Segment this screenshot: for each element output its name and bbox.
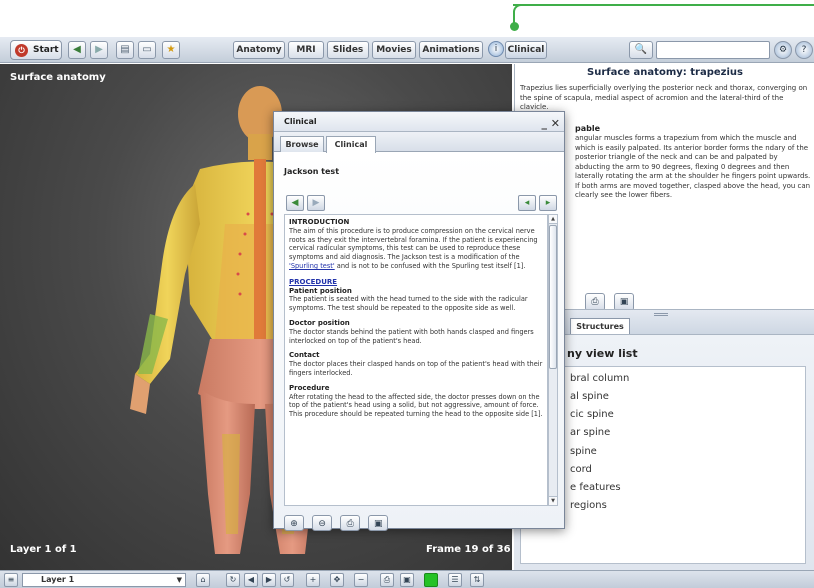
start-button[interactable]: ⏻ Start xyxy=(10,40,62,60)
intro-heading: INTRODUCTION xyxy=(289,218,350,226)
info-panel-actions: ⎙ ▣ xyxy=(585,289,638,311)
list-item[interactable]: e features xyxy=(570,482,621,493)
tab-clinical[interactable]: Clinical xyxy=(505,41,547,59)
list-item[interactable]: regions xyxy=(570,500,607,511)
frame-info: Frame 19 of 36 xyxy=(426,544,511,555)
contact-heading: Contact xyxy=(289,351,320,360)
info-panel-intro: Trapezius lies superficially overlying t… xyxy=(520,84,808,111)
settings-icon[interactable]: ⚙ xyxy=(774,41,792,59)
app-window: ⏻ Start ◀ ▶ ▤ ▭ ★ Anatomy MRI Slides Mov… xyxy=(0,0,814,588)
tab-slides[interactable]: Slides xyxy=(327,41,369,59)
clinical-icon[interactable]: i xyxy=(488,41,504,57)
dialog-body: Jackson test ◀ ▶ ◂ ▸ INTRODUCTION The ai… xyxy=(274,153,564,531)
tab-browse[interactable]: Browse xyxy=(280,136,324,152)
favorites-icon[interactable]: ★ xyxy=(162,41,180,59)
layers-icon[interactable]: ≡ xyxy=(4,573,18,587)
tab-anatomy[interactable]: Anatomy xyxy=(233,41,285,59)
dialog-title-text: Clinical xyxy=(284,117,317,126)
rotate-right-icon[interactable]: ↺ xyxy=(280,573,294,587)
contact-text: The doctor places their clasped hands on… xyxy=(289,360,543,377)
list-item[interactable]: bral column xyxy=(570,373,629,384)
window-icon[interactable]: ▭ xyxy=(138,41,156,59)
list-item[interactable]: spine xyxy=(570,446,597,457)
zoom-in-icon[interactable]: ⊕ xyxy=(284,515,304,531)
clinical-content[interactable]: INTRODUCTION The aim of this procedure i… xyxy=(284,214,548,506)
zoom-out-icon[interactable]: − xyxy=(354,573,368,587)
layer-select[interactable]: Layer 1 ▼ xyxy=(22,573,186,587)
top-toolbar: ⏻ Start ◀ ▶ ▤ ▭ ★ Anatomy MRI Slides Mov… xyxy=(0,37,814,63)
close-icon[interactable]: ✕ xyxy=(551,117,560,130)
back-icon[interactable]: ◀ xyxy=(286,195,304,211)
status-indicator[interactable] xyxy=(424,573,438,587)
tab-structures[interactable]: Structures xyxy=(570,318,630,334)
dialog-controls: _ ✕ xyxy=(541,114,560,134)
minimize-icon[interactable]: _ xyxy=(541,117,547,130)
layer-info: Layer 1 of 1 xyxy=(10,544,77,555)
bottom-toolbar: ≡ Layer 1 ▼ ⌂ ↻ ◀ ▶ ↺ + ✥ − ⎙ ▣ ☰ ⇅ xyxy=(0,570,814,588)
test-title: Jackson test xyxy=(284,167,340,176)
scroll-down-icon[interactable]: ▼ xyxy=(549,496,557,505)
doctor-text: The doctor stands behind the patient wit… xyxy=(289,327,534,345)
spurling-test-link[interactable]: 'Spurling test' xyxy=(289,262,335,270)
print-icon[interactable]: ▤ xyxy=(116,41,134,59)
list-item[interactable]: al spine xyxy=(570,391,609,402)
procedure-heading: Procedure xyxy=(289,383,330,392)
layer-select-value: Layer 1 xyxy=(41,575,75,584)
callout-dot xyxy=(510,22,519,31)
forward-icon[interactable]: ▶ xyxy=(90,41,108,59)
tab-mri[interactable]: MRI xyxy=(288,41,324,59)
search-input[interactable] xyxy=(656,41,770,59)
procedure-link[interactable]: PROCEDURE xyxy=(289,278,543,287)
info-panel-body: angular muscles forms a trapezium from w… xyxy=(575,134,811,199)
help-icon[interactable]: ? xyxy=(795,41,813,59)
intro-text-b: and is not to be confused with the Spurl… xyxy=(334,261,526,270)
save-icon[interactable]: ▣ xyxy=(368,515,389,531)
callout-line xyxy=(513,4,814,6)
list-item[interactable]: ar spine xyxy=(570,427,610,438)
forward-icon[interactable]: ▶ xyxy=(307,195,325,211)
clinical-dialog: Clinical _ ✕ Browse Clinical Jackson tes… xyxy=(273,111,565,531)
power-icon: ⏻ xyxy=(15,44,28,57)
tab-movies[interactable]: Movies xyxy=(372,41,416,59)
zoom-in-icon[interactable]: + xyxy=(306,573,320,587)
print-icon[interactable]: ⎙ xyxy=(380,573,394,587)
zoom-out-icon[interactable]: ⊖ xyxy=(312,515,333,531)
pan-icon[interactable]: ✥ xyxy=(330,573,344,587)
rotate-icon[interactable]: ↻ xyxy=(226,573,240,587)
lock-icon[interactable]: ⌂ xyxy=(196,573,210,587)
list-item[interactable]: cord xyxy=(570,464,592,475)
resize-grip[interactable] xyxy=(654,313,668,316)
scroll-thumb[interactable] xyxy=(549,225,557,369)
content-scrollbar[interactable]: ▲ ▼ xyxy=(548,214,558,506)
back-icon[interactable]: ◀ xyxy=(68,41,86,59)
previous-page-icon[interactable]: ◂ xyxy=(518,195,536,211)
tab-clinical-dialog[interactable]: Clinical xyxy=(326,136,376,153)
dialog-actions: ⊕ ⊖ ⎙ ▣ xyxy=(284,511,391,531)
structures-heading: ny view list xyxy=(567,347,638,360)
patient-text: The patient is seated with the head turn… xyxy=(289,295,528,313)
search-icon[interactable]: 🔍 xyxy=(629,41,653,59)
sort-icon[interactable]: ⇅ xyxy=(470,573,484,587)
info-panel-title: Surface anatomy: trapezius xyxy=(587,67,743,78)
list-item[interactable]: cic spine xyxy=(570,409,614,420)
print-icon[interactable]: ⎙ xyxy=(340,515,361,531)
start-label: Start xyxy=(33,45,59,55)
dialog-title: Clinical _ ✕ xyxy=(274,112,564,132)
patient-heading: Patient position xyxy=(289,286,352,295)
intro-text: The aim of this procedure is to produce … xyxy=(289,227,543,271)
scroll-up-icon[interactable]: ▲ xyxy=(549,215,557,224)
next-page-icon[interactable]: ▸ xyxy=(539,195,557,211)
procedure-text: After rotating the head to the affected … xyxy=(289,392,543,419)
step-back-icon[interactable]: ◀ xyxy=(244,573,258,587)
chevron-down-icon: ▼ xyxy=(176,576,182,584)
step-forward-icon[interactable]: ▶ xyxy=(262,573,276,587)
tab-animations[interactable]: Animations xyxy=(419,41,483,59)
save-icon[interactable]: ▣ xyxy=(400,573,414,587)
intro-text-a: The aim of this procedure is to produce … xyxy=(289,226,538,262)
dialog-tabs: Browse Clinical xyxy=(274,132,564,153)
info-panel-subheading: pable xyxy=(575,124,601,133)
list-icon[interactable]: ☰ xyxy=(448,573,462,587)
doctor-heading: Doctor position xyxy=(289,318,350,327)
